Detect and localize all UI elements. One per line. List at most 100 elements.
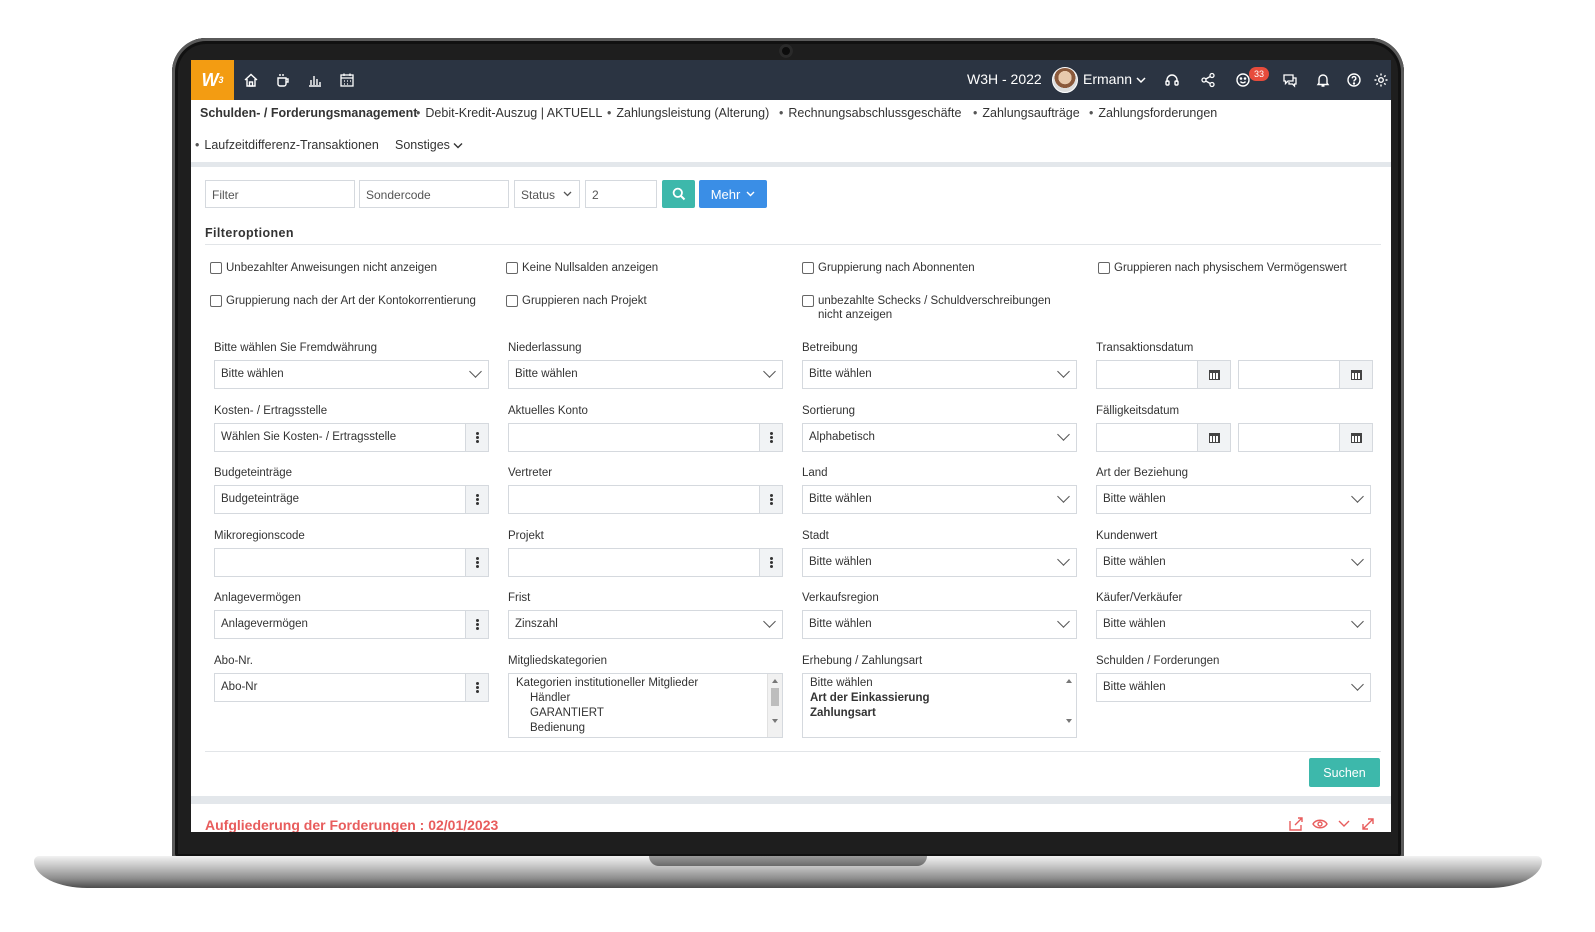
company-title[interactable]: W3H - 2022 <box>967 71 1042 87</box>
suchen-button[interactable]: Suchen <box>1309 758 1380 787</box>
notification-badge[interactable]: 33 <box>1249 67 1269 81</box>
nav-main-title[interactable]: Schulden- / Forderungsmanagement <box>200 106 417 120</box>
select-stadt[interactable]: Bitte wählen <box>802 548 1077 577</box>
date-faelligkeit-from[interactable] <box>1096 423 1198 452</box>
input-vertreter[interactable] <box>508 485 760 514</box>
select-land[interactable]: Bitte wählen <box>802 485 1077 514</box>
list-item[interactable]: Zahlungsart <box>810 706 1069 721</box>
nav-link-rechnungsabschluss[interactable]: Rechnungsabschlussgeschäfte <box>779 106 961 120</box>
nav-link-zahlungsleistung[interactable]: Zahlungsleistung (Alterung) <box>607 106 769 120</box>
more-options-icon[interactable] <box>759 485 783 514</box>
label-land: Land <box>802 467 828 479</box>
input-aktuelles-konto[interactable] <box>508 423 760 452</box>
list-item[interactable]: Art der Einkassierung <box>810 691 1069 706</box>
checkbox-unbezahlte-schecks[interactable]: unbezahlte Schecks / Schuldverschreibung… <box>802 294 1062 322</box>
listbox-erhebung[interactable]: Bitte wählen Art der Einkassierung Zahlu… <box>802 673 1077 738</box>
sondercode-input[interactable]: Sondercode <box>359 180 509 208</box>
scrollbar[interactable] <box>767 674 782 737</box>
more-options-icon[interactable] <box>759 423 783 452</box>
more-options-icon[interactable] <box>759 548 783 577</box>
select-betreibung[interactable]: Bitte wählen <box>802 360 1077 389</box>
calendar-icon[interactable] <box>337 70 357 90</box>
more-options-icon[interactable] <box>465 423 489 452</box>
date-faelligkeit-to[interactable] <box>1238 423 1340 452</box>
listbox-mitgliedskategorien[interactable]: Kategorien institutioneller Mitglieder H… <box>508 673 783 738</box>
nav-link-debit-kredit[interactable]: Debit-Kredit-Auszug | AKTUELL <box>416 106 602 120</box>
checkbox-unbezahlter-anweisungen[interactable]: Unbezahlter Anweisungen nicht anzeigen <box>210 261 437 275</box>
headset-icon[interactable] <box>1162 70 1182 90</box>
top-navbar: W3 W3H - 2022 Ermann 33 <box>191 60 1391 100</box>
list-item[interactable]: Kategorien institutioneller Mitglieder <box>516 676 775 691</box>
select-sortierung[interactable]: Alphabetisch <box>802 423 1077 452</box>
section-divider <box>191 796 1391 804</box>
label-faelligkeitsdatum: Fälligkeitsdatum <box>1096 405 1180 417</box>
more-options-icon[interactable] <box>465 610 489 639</box>
label-stadt: Stadt <box>802 530 829 542</box>
scrollbar[interactable] <box>1062 674 1076 737</box>
label-schulden: Schulden / Forderungen <box>1096 655 1220 667</box>
nav-link-zahlungsforderungen[interactable]: Zahlungsforderungen <box>1089 106 1217 120</box>
select-art-beziehung[interactable]: Bitte wählen <box>1096 485 1371 514</box>
avatar[interactable] <box>1052 67 1078 93</box>
checkbox-keine-nullsalden[interactable]: Keine Nullsalden anzeigen <box>506 261 658 275</box>
label-projekt: Projekt <box>508 530 544 542</box>
list-item[interactable]: Händler <box>516 691 775 706</box>
bell-icon[interactable] <box>1313 70 1333 90</box>
chat-icon[interactable] <box>1280 70 1300 90</box>
content-area: Schulden- / Forderungsmanagement Debit-K… <box>191 100 1391 832</box>
app-screen: W3 W3H - 2022 Ermann 33 Schulden- / Ford… <box>191 60 1391 832</box>
app-logo[interactable]: W3 <box>191 60 234 100</box>
calendar-icon[interactable] <box>1339 423 1373 452</box>
label-niederlassung: Niederlassung <box>508 342 582 354</box>
bar-chart-icon[interactable] <box>305 70 325 90</box>
date-transaktion-from[interactable] <box>1096 360 1198 389</box>
nav-link-zahlungsauftraege[interactable]: Zahlungsaufträge <box>973 106 1079 120</box>
label-sortierung: Sortierung <box>802 405 856 417</box>
input-budgeteintraege[interactable]: Budgeteinträge <box>214 485 466 514</box>
list-item[interactable]: Bedienung <box>516 721 775 736</box>
calendar-icon[interactable] <box>1197 360 1231 389</box>
more-options-icon[interactable] <box>465 485 489 514</box>
label-aktuelles-konto: Aktuelles Konto <box>508 405 588 417</box>
coffee-icon[interactable] <box>273 70 293 90</box>
mehr-button[interactable]: Mehr <box>699 180 767 208</box>
filter-input[interactable]: Filter <box>205 180 355 208</box>
checkbox-gruppieren-projekt[interactable]: Gruppieren nach Projekt <box>506 294 647 308</box>
checkbox-gruppierung-abonnenten[interactable]: Gruppierung nach Abonnenten <box>802 261 975 275</box>
select-kaeufer[interactable]: Bitte wählen <box>1096 610 1371 639</box>
home-icon[interactable] <box>241 70 261 90</box>
input-abo[interactable]: Abo-Nr <box>214 673 466 702</box>
user-menu[interactable]: Ermann <box>1083 71 1146 87</box>
search-button[interactable] <box>662 180 695 208</box>
more-options-icon[interactable] <box>465 548 489 577</box>
checkbox-gruppieren-vermoegenswert[interactable]: Gruppieren nach physischem Vermögenswert <box>1098 261 1347 275</box>
select-fremdwaehrung[interactable]: Bitte wählen <box>214 360 489 389</box>
chevron-down-icon <box>746 191 755 197</box>
share-icon[interactable] <box>1198 70 1218 90</box>
input-anlagevermoegen[interactable]: Anlagevermögen <box>214 610 466 639</box>
expand-icon <box>1362 818 1374 830</box>
more-options-icon[interactable] <box>465 673 489 702</box>
status-select[interactable]: Status <box>514 180 580 208</box>
input-kostenstelle[interactable]: Wählen Sie Kosten- / Ertragsstelle <box>214 423 466 452</box>
select-schulden[interactable]: Bitte wählen <box>1096 673 1371 702</box>
nav-more-dropdown[interactable]: Sonstiges <box>395 138 463 152</box>
laptop-notch <box>649 856 927 866</box>
select-frist[interactable]: Zinszahl <box>508 610 783 639</box>
list-item[interactable]: Bitte wählen <box>810 676 1069 691</box>
nav-link-laufzeitdifferenz[interactable]: Laufzeitdifferenz-Transaktionen <box>195 138 378 152</box>
select-niederlassung[interactable]: Bitte wählen <box>508 360 783 389</box>
calendar-icon[interactable] <box>1197 423 1231 452</box>
input-projekt[interactable] <box>508 548 760 577</box>
help-icon[interactable] <box>1344 70 1364 90</box>
input-mikroregion[interactable] <box>214 548 466 577</box>
list-item[interactable]: GARANTIERT <box>516 706 775 721</box>
divider <box>205 244 1381 245</box>
select-kundenwert[interactable]: Bitte wählen <box>1096 548 1371 577</box>
select-verkaufsregion[interactable]: Bitte wählen <box>802 610 1077 639</box>
settings-icon[interactable] <box>1371 70 1391 90</box>
checkbox-gruppierung-kontokorrent[interactable]: Gruppierung nach der Art der Kontokorren… <box>210 294 476 308</box>
date-transaktion-to[interactable] <box>1238 360 1340 389</box>
count-input[interactable]: 2 <box>585 180 657 208</box>
calendar-icon[interactable] <box>1339 360 1373 389</box>
